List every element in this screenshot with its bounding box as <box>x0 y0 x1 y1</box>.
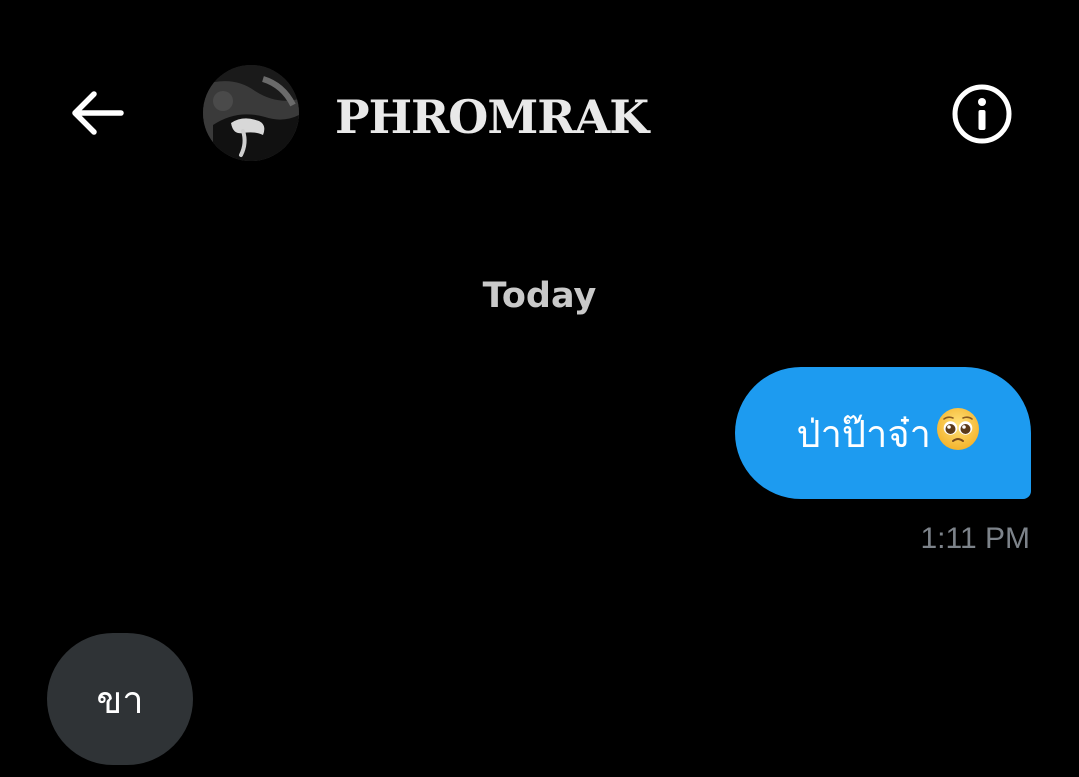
conversation-header: PHROMRAK <box>0 0 1079 230</box>
info-button[interactable] <box>946 80 1018 148</box>
back-button[interactable] <box>58 82 134 144</box>
outgoing-message-bubble[interactable]: ป่าป๊าจ๋า <box>735 367 1031 499</box>
chat-title[interactable]: PHROMRAK <box>335 86 649 148</box>
profile-photo-image <box>203 65 299 161</box>
message-text: ขา <box>96 677 144 722</box>
info-circle-icon <box>952 84 1012 144</box>
incoming-message-bubble[interactable]: ขา <box>47 633 193 765</box>
message-text: ป่าป๊าจ๋า <box>796 411 931 456</box>
date-separator: Today <box>482 276 597 316</box>
message-timestamp: 1:11 PM <box>920 522 1031 555</box>
pleading-face-emoji-icon <box>937 408 979 450</box>
arrow-left-icon <box>72 91 124 135</box>
avatar[interactable] <box>203 65 299 161</box>
